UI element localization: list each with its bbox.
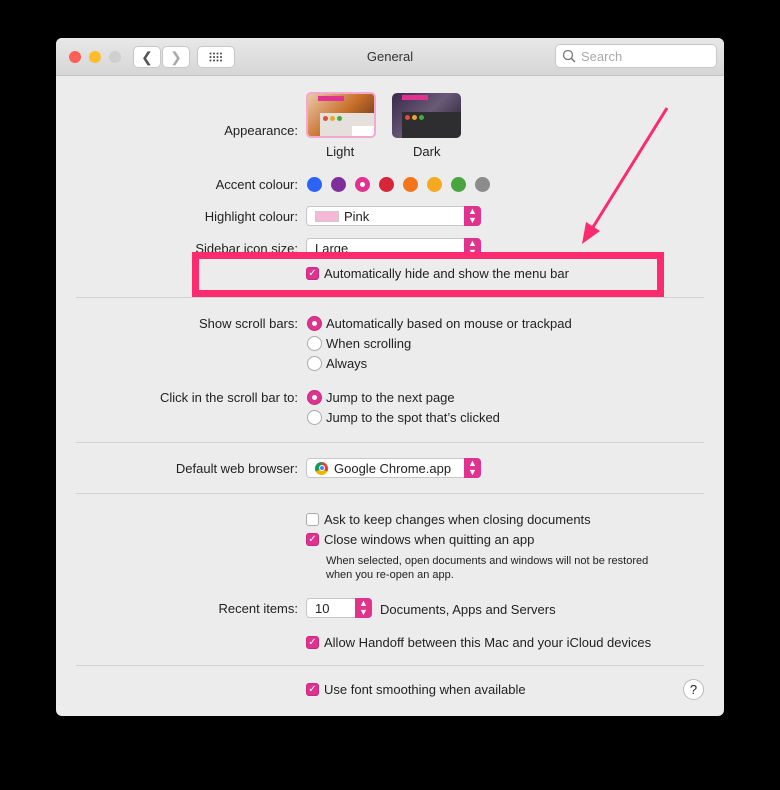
scroll-always-radio[interactable]	[307, 356, 322, 371]
close-windows-note-line2: when you re-open an app.	[326, 569, 454, 581]
jump-next-page-radio[interactable]	[307, 390, 322, 405]
recent-items-value: 10	[315, 600, 330, 616]
close-windows-label: Close windows when quitting an app	[324, 532, 535, 547]
scroll-when-scrolling-label: When scrolling	[326, 336, 412, 351]
checkmark-icon: ✓	[308, 534, 317, 545]
jump-next-page-label: Jump to the next page	[326, 390, 455, 405]
ask-keep-changes-label: Ask to keep changes when closing documen…	[324, 512, 591, 527]
font-smoothing-checkbox[interactable]: ✓	[306, 683, 319, 696]
help-icon: ?	[689, 682, 698, 697]
checkmark-icon: ✓	[308, 637, 317, 648]
default-browser-label: Default web browser:	[175, 461, 298, 476]
help-button[interactable]: ?	[683, 679, 704, 700]
separator	[76, 665, 704, 666]
scroll-always-label: Always	[326, 356, 368, 371]
chevron-up-down-icon: ▲▼	[355, 598, 372, 618]
jump-spot-radio[interactable]	[307, 410, 322, 425]
recent-items-popup[interactable]: 10 ▲ ▼	[306, 598, 372, 618]
click-scroll-bar-label: Click in the scroll bar to:	[160, 390, 298, 405]
close-windows-note-line1: When selected, open documents and window…	[326, 555, 649, 567]
close-windows-checkbox[interactable]: ✓	[306, 533, 319, 546]
checkmark-icon: ✓	[308, 684, 317, 695]
chrome-icon	[315, 461, 328, 475]
separator	[76, 297, 704, 298]
chevron-up-down-icon: ▲▼	[464, 458, 481, 478]
jump-spot-label: Jump to the spot that’s clicked	[326, 410, 500, 425]
scroll-when-scrolling-radio[interactable]	[307, 336, 322, 351]
system-preferences-window: ❮ ❯ General Search Appearance: Light Dar…	[56, 38, 724, 716]
show-scroll-bars-label: Show scroll bars:	[199, 316, 298, 331]
font-smoothing-label: Use font smoothing when available	[324, 682, 526, 697]
allow-handoff-label: Allow Handoff between this Mac and your …	[324, 635, 652, 650]
scroll-auto-label: Automatically based on mouse or trackpad	[326, 316, 572, 331]
recent-items-label: Recent items:	[218, 601, 298, 616]
allow-handoff-checkbox[interactable]: ✓	[306, 636, 319, 649]
recent-items-suffix: Documents, Apps and Servers	[380, 602, 556, 617]
browser-value: Google Chrome.app	[334, 460, 452, 476]
ask-keep-changes-checkbox[interactable]	[306, 513, 319, 526]
separator	[76, 442, 704, 443]
default-browser-popup[interactable]: Google Chrome.app ▲ ▼	[306, 458, 481, 478]
separator	[76, 493, 704, 494]
scroll-auto-radio[interactable]	[307, 316, 322, 331]
